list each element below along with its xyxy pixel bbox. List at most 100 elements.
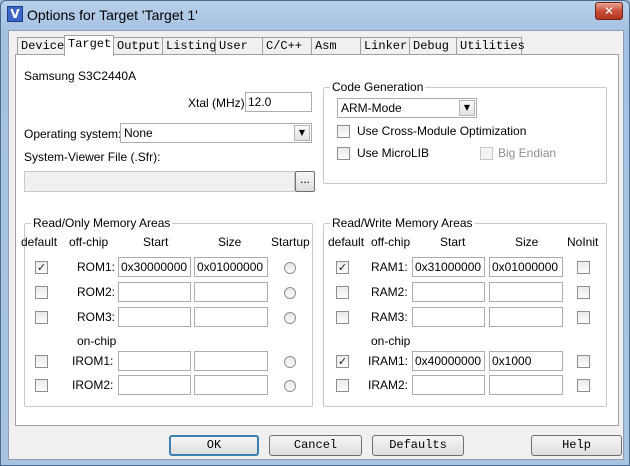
ram1-size-input[interactable]: 0x01000000 bbox=[489, 257, 563, 277]
keil-app-icon: V bbox=[7, 6, 23, 22]
ram3-default-checkbox[interactable] bbox=[336, 311, 349, 324]
close-button[interactable]: ✕ bbox=[595, 2, 623, 20]
rom1-label: ROM1: bbox=[77, 260, 116, 274]
xtal-label: Xtal (MHz): bbox=[188, 96, 248, 110]
svd-file-input[interactable] bbox=[24, 171, 295, 192]
ram3-noinit-checkbox[interactable] bbox=[577, 311, 590, 324]
irom2-default-checkbox[interactable] bbox=[35, 379, 48, 392]
iram2-label: IRAM2: bbox=[368, 378, 409, 392]
svd-label: System-Viewer File (.Sfr): bbox=[24, 150, 161, 164]
defaults-button[interactable]: Defaults bbox=[372, 435, 464, 456]
microlib-label: Use MicroLIB bbox=[357, 146, 430, 160]
code-generation-group: Code Generation ARM-Mode ▼ Use Cross-Mod… bbox=[323, 80, 607, 184]
rom1-default-checkbox[interactable]: ✓ bbox=[35, 261, 48, 274]
iram2-default-checkbox[interactable] bbox=[336, 379, 349, 392]
irom1-startup-radio[interactable] bbox=[284, 356, 296, 368]
rom-header-offchip: off-chip bbox=[69, 235, 109, 249]
ram3-start-input[interactable] bbox=[412, 307, 485, 327]
tab-output[interactable]: Output bbox=[113, 37, 163, 55]
ram1-noinit-checkbox[interactable] bbox=[577, 261, 590, 274]
ram1-start-input[interactable]: 0x31000000 bbox=[412, 257, 485, 277]
device-name: Samsung S3C2440A bbox=[24, 69, 137, 83]
irom1-label: IROM1: bbox=[72, 354, 114, 368]
irom2-start-input[interactable] bbox=[118, 375, 191, 395]
irom2-size-input[interactable] bbox=[194, 375, 268, 395]
tab-c-cpp[interactable]: C/C++ bbox=[262, 37, 312, 55]
irom1-start-input[interactable] bbox=[118, 351, 191, 371]
big-endian-checkbox[interactable] bbox=[480, 147, 493, 160]
tab-linker[interactable]: Linker bbox=[360, 37, 410, 55]
ram3-label: RAM3: bbox=[371, 310, 408, 324]
ram3-size-input[interactable] bbox=[489, 307, 563, 327]
microlib-checkbox[interactable] bbox=[337, 147, 350, 160]
rom-header-default: default bbox=[21, 235, 58, 249]
rom2-startup-radio[interactable] bbox=[284, 287, 296, 299]
tab-user[interactable]: User bbox=[215, 37, 263, 55]
iram1-default-checkbox[interactable]: ✓ bbox=[336, 355, 349, 368]
rom-header-size: Size bbox=[218, 235, 242, 249]
big-endian-label: Big Endian bbox=[498, 146, 557, 160]
dialog-client-area: Device Target Output Listing User C/C++ … bbox=[8, 30, 624, 460]
title-bar: V Options for Target 'Target 1' ✕ bbox=[1, 1, 629, 29]
rom-onchip-label: on-chip bbox=[77, 334, 117, 348]
target-tab-panel: Samsung S3C2440A Xtal (MHz): 12.0 Operat… bbox=[15, 54, 619, 426]
window-title: Options for Target 'Target 1' bbox=[27, 7, 198, 23]
irom1-size-input[interactable] bbox=[194, 351, 268, 371]
chevron-down-icon: ▼ bbox=[294, 125, 310, 141]
tab-listing[interactable]: Listing bbox=[162, 37, 216, 55]
tab-device[interactable]: Device bbox=[17, 37, 65, 55]
ram2-noinit-checkbox[interactable] bbox=[577, 286, 590, 299]
rom-areas-group: Read/Only Memory Areas default off-chip … bbox=[21, 216, 313, 407]
rom-header-start: Start bbox=[143, 235, 169, 249]
cancel-button[interactable]: Cancel bbox=[269, 435, 362, 456]
rom2-default-checkbox[interactable] bbox=[35, 286, 48, 299]
iram1-start-input[interactable]: 0x40000000 bbox=[412, 351, 485, 371]
ram2-size-input[interactable] bbox=[489, 282, 563, 302]
irom2-label: IROM2: bbox=[72, 378, 114, 392]
ok-button[interactable]: OK bbox=[169, 435, 259, 456]
cross-module-checkbox[interactable] bbox=[337, 125, 350, 138]
iram1-noinit-checkbox[interactable] bbox=[577, 355, 590, 368]
iram1-label: IRAM1: bbox=[368, 354, 409, 368]
xtal-input[interactable]: 12.0 bbox=[245, 92, 312, 112]
ram2-start-input[interactable] bbox=[412, 282, 485, 302]
rom2-start-input[interactable] bbox=[118, 282, 191, 302]
ram-header-default: default bbox=[328, 235, 365, 249]
rom3-default-checkbox[interactable] bbox=[35, 311, 48, 324]
rom3-start-input[interactable] bbox=[118, 307, 191, 327]
ram2-default-checkbox[interactable] bbox=[336, 286, 349, 299]
code-mode-select[interactable]: ARM-Mode ▼ bbox=[337, 98, 477, 118]
svd-browse-button[interactable]: ... bbox=[295, 171, 315, 192]
rom3-label: ROM3: bbox=[77, 310, 116, 324]
os-select[interactable]: None ▼ bbox=[120, 123, 312, 143]
iram2-noinit-checkbox[interactable] bbox=[577, 379, 590, 392]
ram-header-offchip: off-chip bbox=[371, 235, 411, 249]
rom-header-startup: Startup bbox=[271, 235, 310, 249]
rom3-startup-radio[interactable] bbox=[284, 312, 296, 324]
tab-debug[interactable]: Debug bbox=[409, 37, 457, 55]
rom3-size-input[interactable] bbox=[194, 307, 268, 327]
tab-utilities[interactable]: Utilities bbox=[456, 37, 525, 55]
iram2-start-input[interactable] bbox=[412, 375, 485, 395]
cross-module-label: Use Cross-Module Optimization bbox=[357, 124, 527, 138]
tab-target[interactable]: Target bbox=[64, 35, 114, 56]
rom2-size-input[interactable] bbox=[194, 282, 268, 302]
code-generation-title: Code Generation bbox=[330, 80, 426, 94]
ram1-default-checkbox[interactable]: ✓ bbox=[336, 261, 349, 274]
rom1-startup-radio[interactable] bbox=[284, 262, 296, 274]
code-mode-value: ARM-Mode bbox=[341, 101, 402, 115]
ram-areas-title: Read/Write Memory Areas bbox=[330, 216, 475, 230]
help-button[interactable]: Help bbox=[531, 435, 622, 456]
ram-onchip-label: on-chip bbox=[371, 334, 411, 348]
iram2-size-input[interactable] bbox=[489, 375, 563, 395]
ram2-label: RAM2: bbox=[371, 285, 408, 299]
iram1-size-input[interactable]: 0x1000 bbox=[489, 351, 563, 371]
tab-asm[interactable]: Asm bbox=[311, 37, 361, 55]
irom1-default-checkbox[interactable] bbox=[35, 355, 48, 368]
chevron-down-icon: ▼ bbox=[459, 100, 475, 116]
ram-header-size: Size bbox=[515, 235, 539, 249]
rom1-start-input[interactable]: 0x30000000 bbox=[118, 257, 191, 277]
irom2-startup-radio[interactable] bbox=[284, 380, 296, 392]
ram-header-noinit: NoInit bbox=[567, 235, 599, 249]
rom1-size-input[interactable]: 0x01000000 bbox=[194, 257, 268, 277]
